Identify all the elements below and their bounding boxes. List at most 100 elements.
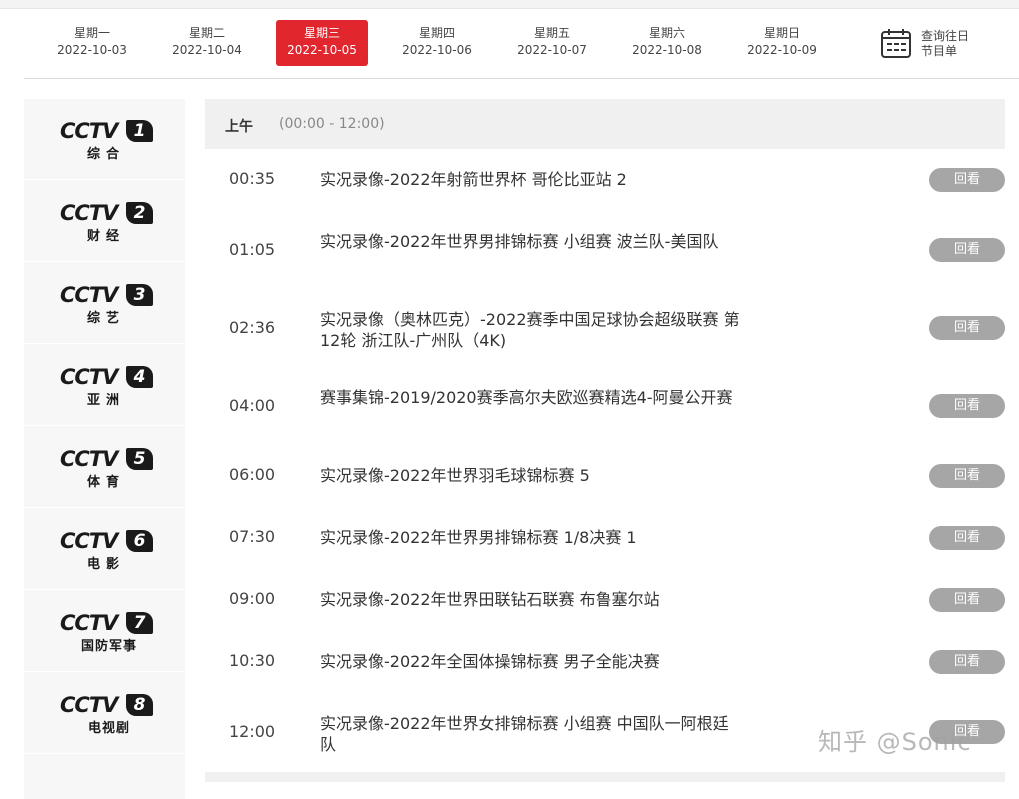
day-date: 2022-10-07 [517, 43, 587, 57]
logo-channel-name: 体育 [86, 475, 125, 490]
day-weekday: 星期四 [418, 26, 455, 40]
cctv4-logo: CCTV 4 亚洲 [60, 365, 160, 409]
day-date: 2022-10-08 [632, 43, 702, 57]
channel-item-cctv2[interactable]: CCTV 2 财经 [24, 181, 185, 262]
logo-brand: CCTV [60, 693, 118, 717]
channel-item-cctv4[interactable]: CCTV 4 亚洲 [24, 345, 185, 426]
date-tabs: 星期一 2022-10-03 星期二 2022-10-04 星期三 2022-1… [24, 14, 1019, 79]
day-weekday: 星期三 [303, 26, 340, 40]
logo-channel-name: 综合 [86, 147, 125, 162]
day-tab-thursday[interactable]: 星期四 2022-10-06 [391, 20, 483, 66]
channel-item-cctv5[interactable]: CCTV 5 体育 [24, 427, 185, 508]
cctv6-logo: CCTV 6 电影 [60, 529, 160, 573]
program-title: 实况录像-2022年世界男排锦标赛 1/8决赛 1 [320, 528, 637, 547]
day-tab-saturday[interactable]: 星期六 2022-10-08 [621, 20, 713, 66]
program-title: 实况录像-2022年全国体操锦标赛 男子全能决赛 [320, 652, 660, 671]
next-period-header [205, 772, 1005, 782]
logo-brand: CCTV [60, 283, 118, 307]
logo-number: 1 [126, 120, 153, 142]
program-time: 07:30 [229, 527, 276, 546]
history-schedule-link[interactable]: 查询往日 节目单 [880, 26, 1019, 66]
cctv1-logo: CCTV 1 综合 [60, 119, 160, 163]
logo-brand: CCTV [60, 447, 118, 471]
cctv5-logo: CCTV 5 体育 [60, 447, 160, 491]
program-time: 09:00 [229, 589, 276, 608]
day-date: 2022-10-09 [747, 43, 817, 57]
logo-brand: CCTV [60, 611, 118, 635]
day-weekday: 星期六 [648, 26, 685, 40]
logo-brand: CCTV [60, 201, 118, 225]
cctv7-logo: CCTV 7 国防军事 [60, 611, 160, 655]
watermark: 知乎 @Sonic [818, 728, 972, 756]
logo-number: 7 [126, 612, 153, 634]
replay-button[interactable]: 回看 [929, 588, 1005, 612]
replay-button[interactable]: 回看 [929, 168, 1005, 192]
period-header: 上午 (00:00 - 12:00) [205, 99, 1005, 149]
logo-channel-name: 财经 [86, 229, 125, 244]
cctv8-logo: CCTV 8 电视剧 [60, 693, 160, 737]
logo-brand: CCTV [60, 119, 118, 143]
history-label-line2: 节目单 [921, 44, 958, 58]
logo-number: 3 [126, 284, 153, 306]
day-tab-tuesday[interactable]: 星期二 2022-10-04 [161, 20, 253, 66]
program-title: 实况录像（奥林匹克）-2022赛季中国足球协会超级联赛 第12轮 浙江队-广州队… [320, 310, 740, 350]
logo-channel-name: 电影 [86, 557, 125, 572]
logo-number: 2 [126, 202, 153, 224]
day-date: 2022-10-03 [57, 43, 127, 57]
replay-button[interactable]: 回看 [929, 316, 1005, 340]
channel-item-cctv1[interactable]: CCTV 1 综合 [24, 99, 185, 180]
day-weekday: 星期日 [763, 26, 800, 40]
day-weekday: 星期五 [533, 26, 570, 40]
logo-number: 5 [126, 448, 153, 470]
period-label: 上午 [225, 119, 253, 135]
day-weekday: 星期一 [73, 26, 110, 40]
replay-button[interactable]: 回看 [929, 238, 1005, 262]
calendar-icon [881, 29, 911, 58]
history-label: 查询往日 节目单 [921, 29, 969, 59]
logo-number: 8 [126, 694, 153, 716]
replay-button[interactable]: 回看 [929, 394, 1005, 418]
day-tab-sunday[interactable]: 星期日 2022-10-09 [736, 20, 828, 66]
channel-item-cctv7[interactable]: CCTV 7 国防军事 [24, 591, 185, 672]
program-time: 12:00 [229, 722, 276, 741]
program-title: 赛事集锦-2019/2020赛季高尔夫欧巡赛精选4-阿曼公开赛 [320, 388, 733, 407]
program-time: 04:00 [229, 396, 276, 415]
day-tab-monday[interactable]: 星期一 2022-10-03 [46, 20, 138, 66]
program-title: 实况录像-2022年世界男排锦标赛 小组赛 波兰队-美国队 [320, 232, 719, 251]
period-range: (00:00 - 12:00) [279, 116, 385, 132]
program-time: 01:05 [229, 240, 276, 259]
channel-item-cctv6[interactable]: CCTV 6 电影 [24, 509, 185, 590]
logo-channel-name: 综艺 [86, 311, 125, 326]
program-schedule: 上午 (00:00 - 12:00) 00:35 实况录像-2022年射箭世界杯… [205, 99, 1005, 799]
day-date: 2022-10-05 [287, 43, 357, 57]
day-date: 2022-10-06 [402, 43, 472, 57]
program-title: 实况录像-2022年世界女排锦标赛 小组赛 中国队一阿根廷队 [320, 714, 729, 754]
replay-button[interactable]: 回看 [929, 526, 1005, 550]
program-time: 10:30 [229, 651, 276, 670]
replay-button[interactable]: 回看 [929, 464, 1005, 488]
program-time: 06:00 [229, 465, 276, 484]
logo-number: 6 [126, 530, 153, 552]
program-time: 00:35 [229, 169, 276, 188]
day-tab-wednesday[interactable]: 星期三 2022-10-05 [276, 20, 368, 66]
top-border [0, 0, 1019, 9]
cctv3-logo: CCTV 3 综艺 [60, 283, 160, 327]
program-title: 实况录像-2022年世界田联钻石联赛 布鲁塞尔站 [320, 590, 660, 609]
day-date: 2022-10-04 [172, 43, 242, 57]
channel-item-cctv8[interactable]: CCTV 8 电视剧 [24, 673, 185, 754]
day-tab-friday[interactable]: 星期五 2022-10-07 [506, 20, 598, 66]
channel-list: CCTV 1 综合 CCTV 2 财经 CCTV 3 综艺 CCTV 4 亚洲 … [24, 99, 185, 799]
logo-channel-name: 电视剧 [87, 721, 130, 736]
channel-item-cctv3[interactable]: CCTV 3 综艺 [24, 263, 185, 344]
logo-number: 4 [126, 366, 153, 388]
replay-button[interactable]: 回看 [929, 650, 1005, 674]
logo-brand: CCTV [60, 365, 118, 389]
logo-channel-name: 亚洲 [86, 393, 125, 408]
program-title: 实况录像-2022年射箭世界杯 哥伦比亚站 2 [320, 170, 627, 189]
cctv2-logo: CCTV 2 财经 [60, 201, 160, 245]
day-weekday: 星期二 [188, 26, 225, 40]
logo-channel-name: 国防军事 [80, 639, 137, 654]
program-title: 实况录像-2022年世界羽毛球锦标赛 5 [320, 466, 590, 485]
logo-brand: CCTV [60, 529, 118, 553]
history-label-line1: 查询往日 [921, 29, 970, 43]
